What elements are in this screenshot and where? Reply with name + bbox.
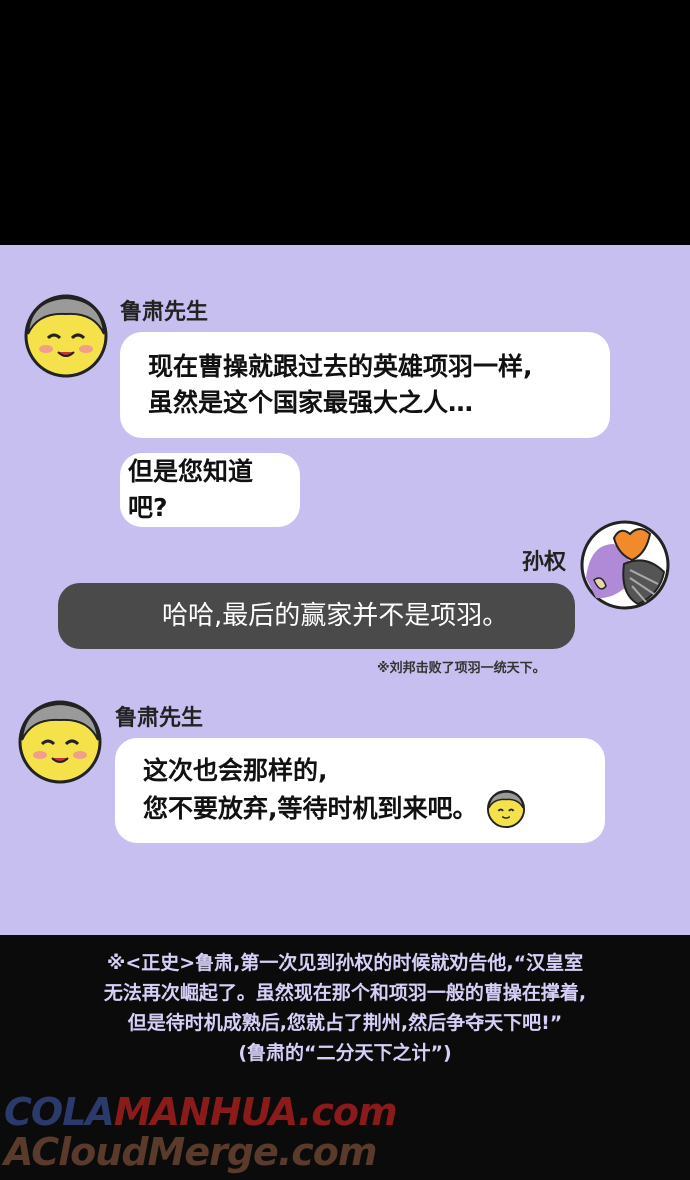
watermark-part: COLA xyxy=(4,1090,115,1134)
caption-line: ※<正史>鲁肃,第一次见到孙权的时候就劝告他,“汉皇室 xyxy=(106,952,584,974)
top-black-area xyxy=(0,0,690,245)
bubble-line-with-icon: 您不要放弃,等待时机到来吧。 xyxy=(143,789,577,829)
speaker-name: 鲁肃先生 xyxy=(115,706,204,731)
watermark-acloudmerge: ACloudMerge.com xyxy=(4,1130,377,1174)
lusu-face-icon xyxy=(18,700,102,784)
watermark-colamanhua: COLAMANHUA.com xyxy=(4,1090,398,1134)
lusu-face-icon xyxy=(24,294,108,378)
lusu-avatar xyxy=(18,700,102,784)
speaker-name: 鲁肃先生 xyxy=(120,300,209,325)
bubble-line: 您不要放弃,等待时机到来吧。 xyxy=(143,793,478,823)
caption-line: 但是待时机成熟后,您就占了荆州,然后争夺天下吧!” xyxy=(127,1012,563,1034)
bubble-line: 虽然是这个国家最强大之人… xyxy=(148,388,474,417)
bubble-line: 但是您知道吧? xyxy=(128,457,254,522)
speech-bubble: 但是您知道吧? xyxy=(120,453,300,527)
caption-line: 无法再次崛起了。虽然现在那个和项羽一般的曹操在撑着, xyxy=(103,982,587,1004)
bubble-line: 这次也会那样的, xyxy=(143,755,328,785)
bubble-line: 哈哈,最后的赢家并不是项羽。 xyxy=(162,601,509,631)
history-caption: ※<正史>鲁肃,第一次见到孙权的时候就劝告他,“汉皇室 无法再次崛起了。虽然现在… xyxy=(40,948,650,1068)
bubble-line: 现在曹操就跟过去的英雄项羽一样, xyxy=(148,352,533,381)
speech-bubble-dark: 哈哈,最后的赢家并不是项羽。 xyxy=(58,583,575,649)
sunquan-face-icon xyxy=(580,520,670,610)
sunquan-avatar xyxy=(580,520,670,610)
caption-line: (鲁肃的“二分天下之计”) xyxy=(238,1042,452,1064)
lusu-avatar xyxy=(24,294,108,378)
watermark-part: MANHUA.com xyxy=(113,1090,398,1134)
footnote-note: ※刘邦击败了项羽一统天下。 xyxy=(377,661,546,676)
speech-bubble: 这次也会那样的, 您不要放弃,等待时机到来吧。 xyxy=(115,738,605,843)
speech-bubble: 现在曹操就跟过去的英雄项羽一样, 虽然是这个国家最强大之人… xyxy=(120,332,610,438)
lusu-mini-face-icon xyxy=(486,789,525,828)
speaker-name: 孙权 xyxy=(522,550,567,575)
